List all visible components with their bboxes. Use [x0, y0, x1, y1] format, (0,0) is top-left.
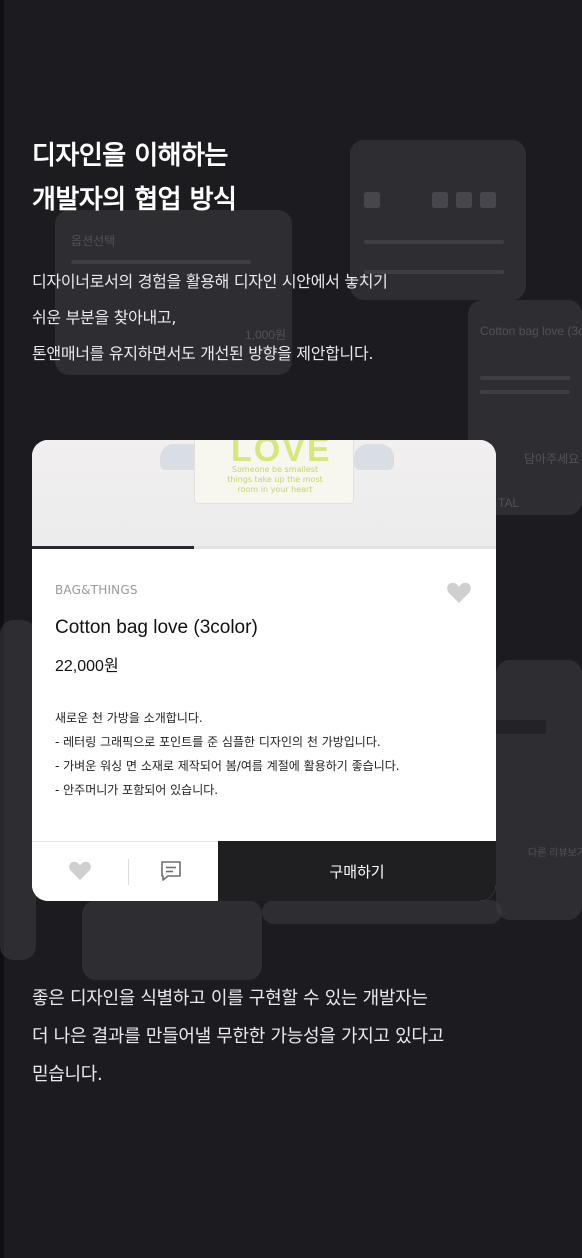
- bg-mock-line: [496, 720, 546, 734]
- bg-mock-option-label: 옵션선택: [71, 234, 116, 248]
- intro-line: 디자이너로서의 경험을 활용해 디자인 시안에서 놓치기: [32, 272, 388, 291]
- bg-mock-line: [480, 376, 570, 380]
- product-card: LOVE Someone be smallest things take up …: [32, 440, 496, 901]
- headline-line: 개발자의 협업 방식: [32, 185, 237, 215]
- product-photo: LOVE Someone be smallest things take up …: [32, 440, 496, 546]
- closing-line: 믿습니다.: [32, 1064, 103, 1085]
- closing-paragraph: 좋은 디자인을 식별하고 이를 구현할 수 있는 개발자는 더 나은 결과를 만…: [32, 980, 444, 1094]
- bg-mock-swatch: [456, 192, 472, 208]
- intro-paragraph: 디자이너로서의 경험을 활용해 디자인 시안에서 놓치기 쉬운 부분을 찾아내고…: [32, 264, 388, 372]
- shoe-illustration: [354, 444, 394, 470]
- image-slider-progress-fill: [32, 546, 195, 549]
- divider: [32, 841, 218, 842]
- product-description: 새로운 천 가방을 소개합니다. - 레터링 그래픽으로 포인트를 준 심플한 …: [55, 706, 400, 802]
- intro-line: 쉬운 부분을 찾아내고,: [32, 308, 177, 327]
- bg-mock-swatch: [432, 192, 448, 208]
- intro-line: 톤앤매너를 유지하면서도 개선된 방향을 제안합니다.: [32, 344, 374, 363]
- headline-line: 디자인을 이해하는: [32, 141, 228, 171]
- description-line: - 레터링 그래픽으로 포인트를 준 심플한 디자인의 천 가방입니다.: [55, 735, 381, 749]
- bg-mock-line: [480, 390, 570, 394]
- wishlist-heart-icon[interactable]: [446, 582, 472, 604]
- bg-mock-swatch: [480, 192, 496, 208]
- product-brand: BAG&THINGS: [55, 583, 138, 597]
- bg-mock-card-left-lower: [0, 620, 36, 960]
- product-price: 22,000원: [55, 658, 119, 675]
- bg-mock-card-right-lower: 다른 리뷰보기: [496, 660, 582, 920]
- buy-button[interactable]: 구매하기: [218, 841, 496, 901]
- closing-line: 더 나은 결과를 만들어낼 무한한 가능성을 가지고 있다고: [32, 1026, 444, 1047]
- tote-bag-illustration: LOVE Someone be smallest things take up …: [194, 440, 354, 504]
- heart-icon[interactable]: [68, 861, 92, 881]
- bg-mock-card-bottom: [82, 900, 262, 980]
- description-line: - 안주머니가 포함되어 있습니다.: [55, 783, 219, 797]
- card-footer-actions: [32, 841, 218, 901]
- bg-mock-title: Cotton bag love (3co: [480, 324, 582, 338]
- product-name: Cotton bag love (3color): [55, 617, 258, 638]
- closing-line: 좋은 디자인을 식별하고 이를 구현할 수 있는 개발자는: [32, 988, 428, 1009]
- divider: [128, 859, 129, 885]
- tote-print-tagline: Someone be smallest things take up the m…: [227, 465, 323, 494]
- bg-mock-chip: 다른 리뷰보기: [528, 848, 582, 859]
- description-line: - 가벼운 워싱 면 소재로 제작되어 봄/여름 계절에 활용하기 좋습니다.: [55, 759, 400, 773]
- bg-mock-swatch: [364, 192, 380, 208]
- chat-bubble-icon[interactable]: [159, 859, 183, 883]
- bg-mock-card-bottom-right: [262, 900, 502, 924]
- image-slider-progress: [32, 546, 496, 549]
- bg-mock-tab: TAL: [498, 496, 520, 510]
- description-line: 새로운 천 가방을 소개합니다.: [55, 711, 203, 725]
- page-headline: 디자인을 이해하는 개발자의 협업 방식: [32, 134, 237, 222]
- bg-mock-button-text: 담아주세요: [524, 452, 580, 466]
- bg-mock-line: [364, 240, 504, 244]
